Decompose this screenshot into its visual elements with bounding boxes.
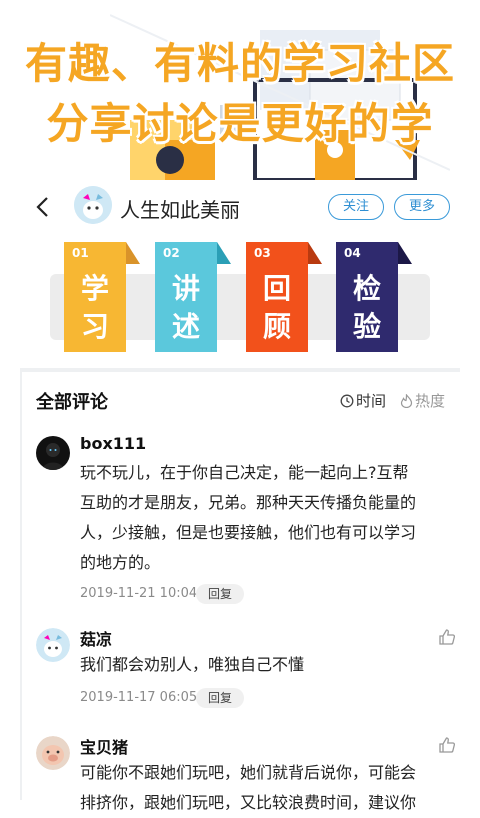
like-icon[interactable] xyxy=(438,628,456,646)
step-fold xyxy=(126,242,140,264)
comment-text: 玩不玩儿，在于你自己决定，能一起向上?互帮 互助的才是朋友，兄弟。那种天天传播负… xyxy=(80,458,440,578)
author-avatar[interactable] xyxy=(74,186,112,224)
step-fold xyxy=(217,242,231,264)
step-char: 顾 xyxy=(262,310,291,343)
step-body: 学 习 xyxy=(64,264,126,352)
comment-line: 的地方的。 xyxy=(80,553,161,572)
like-icon[interactable] xyxy=(438,736,456,754)
comment-line: 玩不玩儿，在于你自己决定，能一起向上?互帮 xyxy=(80,463,409,482)
sort-by-hot[interactable]: 热度 xyxy=(400,390,445,411)
section-divider xyxy=(20,368,460,372)
left-rule xyxy=(20,368,22,800)
commenter-avatar[interactable] xyxy=(36,736,70,770)
reply-button[interactable]: 回复 xyxy=(196,688,244,708)
comment-text: 可能你不跟她们玩吧，她们就背后说你，可能会 排挤你，跟她们玩吧，又比较浪费时间，… xyxy=(80,758,440,818)
learning-steps-graphic: 01 学 习 02 讲 述 03 回 顾 04 检 验 xyxy=(20,234,460,364)
step-fold xyxy=(308,242,322,264)
step-char: 习 xyxy=(80,310,109,343)
step-card-3: 03 回 顾 xyxy=(246,242,322,352)
comment-line: 排挤你，跟她们玩吧，又比较浪费时间，建议你 xyxy=(80,793,417,812)
comment-line: 可能你不跟她们玩吧，她们就背后说你，可能会 xyxy=(80,763,417,782)
commenter-avatar[interactable] xyxy=(36,436,70,470)
step-char: 学 xyxy=(80,272,109,305)
step-fold xyxy=(398,242,412,264)
sort-by-time[interactable]: 时间 xyxy=(340,390,386,411)
commenter-name[interactable]: 宝贝猪 xyxy=(80,734,128,758)
step-number: 02 xyxy=(155,242,217,264)
sort-hot-label: 热度 xyxy=(415,392,446,410)
sort-time-label: 时间 xyxy=(356,392,387,410)
back-arrow-icon[interactable] xyxy=(30,192,56,222)
step-number: 01 xyxy=(64,242,126,264)
comment-line: 互助的才是朋友，兄弟。那种天天传播负能量的 xyxy=(80,493,417,512)
step-char: 检 xyxy=(352,272,381,305)
post-screen: 人生如此美丽 关注 更多 01 学 习 02 讲 述 03 回 顾 04 检 验… xyxy=(20,180,460,812)
comment-line: 我们都会劝别人，唯独自己不懂 xyxy=(80,655,305,674)
reply-button[interactable]: 回复 xyxy=(196,584,244,604)
promo-headline-2: 分享讨论是更好的学 xyxy=(46,99,434,148)
author-name[interactable]: 人生如此美丽 xyxy=(120,194,240,223)
flame-icon xyxy=(400,393,413,409)
step-card-1: 01 学 习 xyxy=(64,242,140,352)
promo-banner: 有趣、有料的学习社区 分享讨论是更好的学 xyxy=(0,0,480,180)
step-char: 回 xyxy=(262,272,291,305)
comment-text: 我们都会劝别人，唯独自己不懂 xyxy=(80,650,440,680)
step-number: 03 xyxy=(246,242,308,264)
commenter-name[interactable]: 菇凉 xyxy=(80,626,112,650)
comment-line: 人，少接触，但是也要接触，他们也有可以学习 xyxy=(80,523,417,542)
post-header: 人生如此美丽 关注 更多 xyxy=(20,180,460,234)
step-number: 04 xyxy=(336,242,398,264)
commenter-name[interactable]: box111 xyxy=(80,434,146,453)
more-button[interactable]: 更多 xyxy=(394,194,450,220)
follow-button[interactable]: 关注 xyxy=(328,194,384,220)
step-char: 述 xyxy=(171,310,200,343)
step-char: 验 xyxy=(352,310,381,343)
step-char: 讲 xyxy=(171,272,200,305)
step-card-2: 02 讲 述 xyxy=(155,242,231,352)
comment-time: 2019-11-21 10:04 xyxy=(80,586,198,601)
comments-title: 全部评论 xyxy=(36,392,108,413)
promo-headline-1: 有趣、有料的学习社区 xyxy=(24,39,455,88)
step-body: 检 验 xyxy=(336,264,398,352)
comment-time: 2019-11-17 06:05 xyxy=(80,690,198,705)
step-body: 讲 述 xyxy=(155,264,217,352)
step-body: 回 顾 xyxy=(246,264,308,352)
commenter-avatar[interactable] xyxy=(36,628,70,662)
step-card-4: 04 检 验 xyxy=(336,242,412,352)
clock-icon xyxy=(340,394,354,408)
